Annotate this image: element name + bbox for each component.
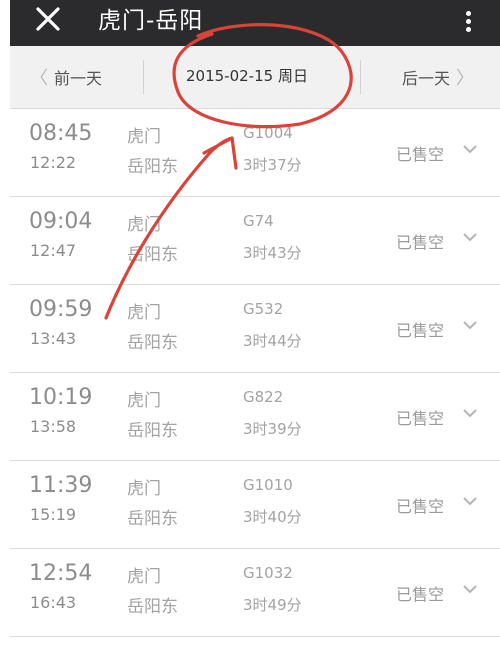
depart-time: 10:19 xyxy=(29,385,93,410)
train-number: G1010 xyxy=(243,476,293,494)
from-station: 虎门 xyxy=(127,391,161,411)
page-title: 虎门-岳阳 xyxy=(98,8,204,34)
chevron-right-icon: 〉 xyxy=(456,68,475,89)
date-navigation-bar: 〈前一天 2015-02-15 周日 后一天〉 xyxy=(10,46,500,109)
from-station: 虎门 xyxy=(127,479,161,499)
to-station: 岳阳东 xyxy=(127,245,178,265)
train-row[interactable]: 12:54 16:43 虎门 岳阳东 G1032 3时49分 已售空 xyxy=(10,549,500,637)
page: 虎门-岳阳 〈前一天 2015-02-15 周日 后一天〉 08:45 12:2… xyxy=(0,0,500,657)
to-station: 岳阳东 xyxy=(127,509,178,529)
previous-day-label: 前一天 xyxy=(54,69,103,88)
train-row[interactable]: 08:45 12:22 虎门 岳阳东 G1004 3时37分 已售空 xyxy=(10,109,500,197)
arrive-time: 12:47 xyxy=(30,241,77,260)
to-station: 岳阳东 xyxy=(127,157,178,177)
train-list: 08:45 12:22 虎门 岳阳东 G1004 3时37分 已售空 09:04… xyxy=(10,109,500,657)
chevron-down-icon[interactable] xyxy=(462,319,478,331)
train-number: G1004 xyxy=(243,124,293,142)
depart-time: 11:39 xyxy=(29,473,93,498)
travel-duration: 3时49分 xyxy=(243,596,302,614)
travel-duration: 3时40分 xyxy=(243,508,302,526)
ticket-status: 已售空 xyxy=(396,409,445,428)
train-number: G1032 xyxy=(243,564,293,582)
to-station: 岳阳东 xyxy=(127,333,178,353)
chevron-down-icon[interactable] xyxy=(462,583,478,595)
from-station: 虎门 xyxy=(127,215,161,235)
from-station: 虎门 xyxy=(127,127,161,147)
more-vertical-icon xyxy=(465,11,471,16)
chevron-down-icon[interactable] xyxy=(462,143,478,155)
train-row[interactable]: 09:04 12:47 虎门 岳阳东 G74 3时43分 已售空 xyxy=(10,197,500,285)
travel-duration: 3时39分 xyxy=(243,420,302,438)
train-number: G74 xyxy=(243,212,274,230)
chevron-down-icon[interactable] xyxy=(462,231,478,243)
depart-time: 09:59 xyxy=(29,297,93,322)
travel-duration: 3时43分 xyxy=(243,244,302,262)
more-menu-button[interactable] xyxy=(462,8,474,38)
depart-time: 09:04 xyxy=(29,209,93,234)
ticket-status: 已售空 xyxy=(396,145,445,164)
to-station: 岳阳东 xyxy=(127,421,178,441)
ticket-status: 已售空 xyxy=(396,233,445,252)
to-station: 岳阳东 xyxy=(127,597,178,617)
from-station: 虎门 xyxy=(127,303,161,323)
next-day-label: 后一天 xyxy=(402,69,451,88)
ticket-status: 已售空 xyxy=(396,321,445,340)
ticket-status: 已售空 xyxy=(396,497,445,516)
train-number: G532 xyxy=(243,300,284,318)
train-row[interactable]: 10:19 13:58 虎门 岳阳东 G822 3时39分 已售空 xyxy=(10,373,500,461)
more-vertical-icon-dot xyxy=(465,19,471,24)
next-day-button[interactable]: 后一天〉 xyxy=(402,64,474,90)
travel-duration: 3时44分 xyxy=(243,332,302,350)
chevron-left-icon: 〈 xyxy=(30,68,48,89)
depart-time: 12:54 xyxy=(29,561,93,586)
arrive-time: 13:58 xyxy=(30,417,77,436)
divider xyxy=(143,60,144,94)
travel-duration: 3时37分 xyxy=(243,156,302,174)
train-number: G822 xyxy=(243,388,284,406)
train-row-partial[interactable] xyxy=(10,637,500,657)
more-vertical-icon-dot xyxy=(465,27,471,32)
arrive-time: 16:43 xyxy=(30,593,77,612)
arrive-time: 13:43 xyxy=(30,329,77,348)
chevron-down-icon[interactable] xyxy=(462,495,478,507)
divider xyxy=(360,60,361,94)
arrive-time: 12:22 xyxy=(30,153,77,172)
depart-time: 08:45 xyxy=(29,121,93,146)
train-row[interactable]: 11:39 15:19 虎门 岳阳东 G1010 3时40分 已售空 xyxy=(10,461,500,549)
selected-date[interactable]: 2015-02-15 周日 xyxy=(186,65,308,86)
from-station: 虎门 xyxy=(127,567,161,587)
ticket-status: 已售空 xyxy=(396,585,445,604)
chevron-down-icon[interactable] xyxy=(462,407,478,419)
close-button[interactable] xyxy=(28,2,68,36)
previous-day-button[interactable]: 〈前一天 xyxy=(30,64,102,90)
train-row[interactable]: 09:59 13:43 虎门 岳阳东 G532 3时44分 已售空 xyxy=(10,285,500,373)
arrive-time: 15:19 xyxy=(30,505,77,524)
title-bar: 虎门-岳阳 xyxy=(10,0,500,46)
close-icon xyxy=(36,7,60,31)
